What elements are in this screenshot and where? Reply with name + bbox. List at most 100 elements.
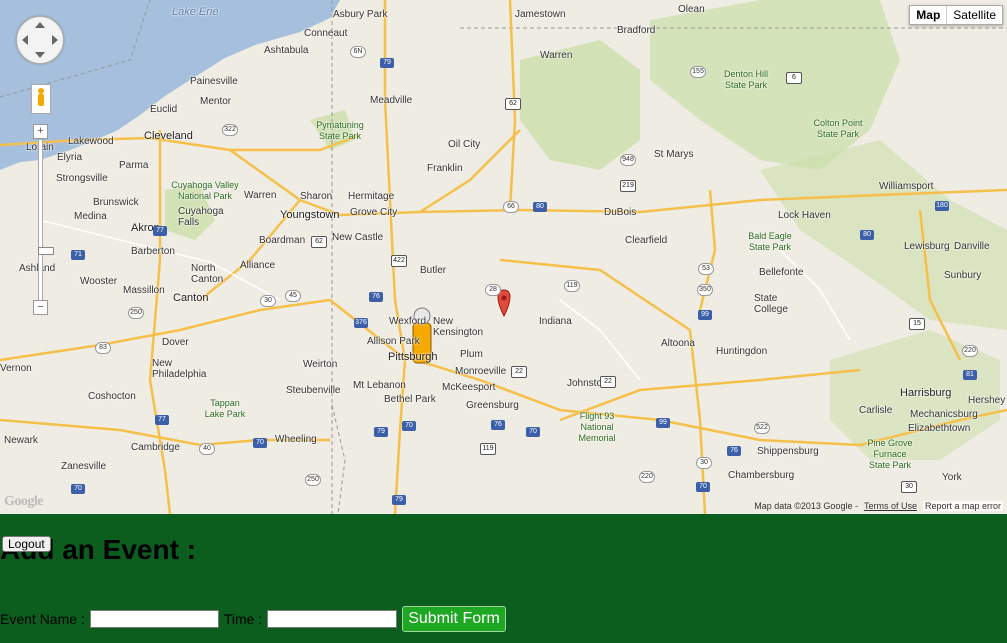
city-label: Warren bbox=[244, 190, 277, 201]
park-label: Denton Hill State Park bbox=[723, 69, 769, 90]
city-label: Hermitage bbox=[348, 191, 395, 202]
route-shield: 522 bbox=[754, 422, 770, 434]
time-input[interactable] bbox=[267, 610, 398, 628]
city-label: Zanesville bbox=[61, 461, 107, 472]
city-label: Oil City bbox=[448, 139, 481, 150]
route-shield: 30 bbox=[696, 457, 712, 469]
park-label: Bald Eagle State Park bbox=[748, 231, 792, 252]
city-label: Elizabethtown bbox=[908, 423, 971, 434]
city-label: Huntingdon bbox=[716, 346, 768, 357]
city-label: Harrisburg bbox=[900, 387, 952, 399]
city-label: Steubenville bbox=[286, 385, 341, 396]
city-label: Boardman bbox=[259, 235, 306, 246]
route-shield: 99 bbox=[656, 418, 670, 428]
route-shield: 79 bbox=[374, 427, 388, 437]
city-label: Meadville bbox=[370, 95, 413, 106]
pan-control[interactable] bbox=[16, 16, 64, 64]
route-shield: 155 bbox=[690, 66, 706, 78]
terms-of-use-link[interactable]: Terms of Use bbox=[864, 501, 917, 511]
route-shield: 76 bbox=[491, 420, 505, 430]
google-map[interactable]: Lake Erie Asbury Park Jamestown Olean Br… bbox=[0, 0, 1007, 514]
city-label: North Canton bbox=[191, 263, 224, 285]
route-shield: 40 bbox=[199, 443, 215, 455]
city-label: Bradford bbox=[617, 25, 656, 36]
city-label: Butler bbox=[420, 265, 447, 276]
city-label: Wheeling bbox=[275, 434, 317, 445]
route-shield: 70 bbox=[71, 484, 85, 494]
city-label: Parma bbox=[119, 160, 149, 171]
city-label: Bethel Park bbox=[384, 394, 436, 405]
route-shield: 219 bbox=[620, 180, 636, 192]
route-shield: 22 bbox=[600, 376, 616, 388]
city-label: Monroeville bbox=[455, 366, 507, 377]
route-shield: 180 bbox=[935, 201, 949, 211]
route-shield: 250 bbox=[128, 307, 144, 319]
map-type-control[interactable]: Map Satellite bbox=[909, 5, 1003, 25]
water-label: Lake Erie bbox=[172, 6, 219, 18]
route-shield: 62 bbox=[311, 236, 327, 248]
route-shield: 99 bbox=[698, 310, 712, 320]
city-label: Indiana bbox=[539, 316, 572, 327]
route-shield: 62 bbox=[505, 98, 521, 110]
map-type-satellite-button[interactable]: Satellite bbox=[947, 6, 1002, 24]
route-shield: 30 bbox=[260, 295, 276, 307]
map-attribution: Map data ©2013 Google - Terms of Use Rep… bbox=[754, 501, 1003, 511]
zoom-control[interactable]: + − bbox=[33, 124, 54, 316]
city-label: Alliance bbox=[240, 260, 276, 271]
add-event-form: Event Name : Time : Submit Form bbox=[0, 606, 506, 632]
zoom-slider-track[interactable] bbox=[38, 139, 54, 301]
city-label: Vernon bbox=[0, 363, 32, 374]
city-label: New Philadelphia bbox=[152, 358, 207, 380]
city-label: Mentor bbox=[200, 96, 232, 107]
route-shield: 70 bbox=[402, 421, 416, 431]
city-label: Strongsville bbox=[56, 173, 108, 184]
route-shield: 30 bbox=[901, 481, 917, 493]
route-shield: 28 bbox=[485, 284, 501, 296]
city-label: Youngstown bbox=[280, 209, 340, 221]
city-label: Asbury Park bbox=[333, 9, 388, 20]
route-shield: 77 bbox=[155, 415, 169, 425]
city-label: Carlisle bbox=[859, 405, 893, 416]
route-shield: 948 bbox=[620, 154, 636, 166]
city-label: Lewisburg bbox=[904, 241, 950, 252]
zoom-in-button[interactable]: + bbox=[33, 124, 48, 139]
city-label: Barberton bbox=[131, 246, 175, 257]
park-label: Cuyahoga Valley National Park bbox=[171, 180, 239, 201]
report-map-error-link[interactable]: Report a map error bbox=[922, 501, 1003, 511]
logout-button[interactable]: Logout bbox=[2, 536, 51, 552]
city-label: Cuyahoga Falls bbox=[178, 206, 224, 228]
route-shield: 376 bbox=[354, 318, 368, 328]
park-label: Flight 93 National Memorial bbox=[578, 411, 616, 443]
city-label: Franklin bbox=[427, 163, 463, 174]
submit-form-button[interactable]: Submit Form bbox=[402, 606, 506, 632]
city-label: Warren bbox=[540, 50, 573, 61]
google-logo[interactable]: Google bbox=[4, 494, 44, 510]
zoom-out-button[interactable]: − bbox=[33, 300, 48, 315]
route-shield: 322 bbox=[222, 124, 238, 136]
street-view-pegman[interactable] bbox=[31, 84, 51, 114]
route-shield: 80 bbox=[533, 202, 547, 212]
route-shield: 119 bbox=[480, 443, 496, 455]
route-shield: 77 bbox=[153, 226, 167, 236]
event-name-label: Event Name : bbox=[0, 611, 85, 627]
route-shield: 83 bbox=[95, 342, 111, 354]
city-label: Lakewood bbox=[68, 136, 114, 147]
city-label: Pittsburgh bbox=[388, 351, 438, 363]
city-label: Jamestown bbox=[515, 9, 566, 20]
city-label: Coshocton bbox=[88, 391, 136, 402]
city-label: Grove City bbox=[350, 207, 398, 218]
event-name-input[interactable] bbox=[89, 610, 219, 628]
route-shield: 53 bbox=[698, 263, 714, 275]
route-shield: 70 bbox=[526, 427, 540, 437]
city-label: Mt Lebanon bbox=[353, 380, 406, 391]
city-label: State College bbox=[754, 293, 788, 315]
pegman-icon bbox=[38, 88, 44, 106]
route-shield: 76 bbox=[727, 446, 741, 456]
map-type-map-button[interactable]: Map bbox=[910, 6, 948, 24]
route-shield: 79 bbox=[380, 58, 394, 68]
route-shield: 250 bbox=[305, 474, 321, 486]
city-label: Altoona bbox=[661, 338, 695, 349]
city-label: Mechanicsburg bbox=[910, 409, 978, 420]
zoom-slider-handle[interactable] bbox=[38, 247, 54, 255]
city-label: Dover bbox=[162, 337, 189, 348]
